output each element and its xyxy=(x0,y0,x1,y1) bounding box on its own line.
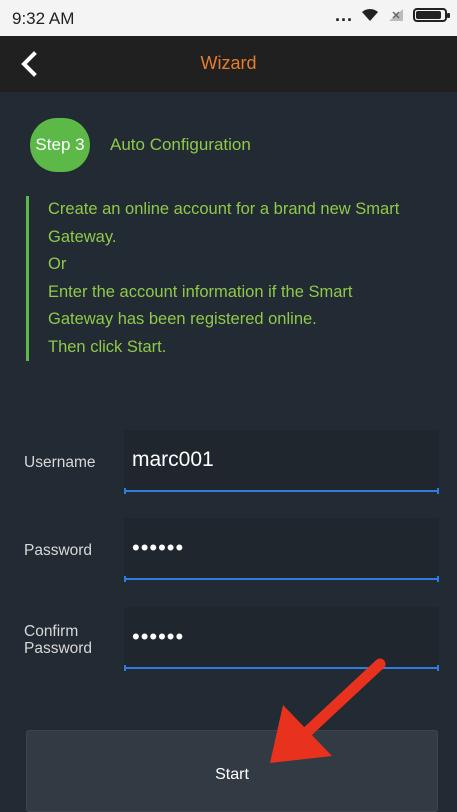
username-input[interactable] xyxy=(124,430,439,492)
password-row: Password xyxy=(0,518,457,582)
status-time: 9:32 AM xyxy=(12,9,75,28)
instruction-line: Or xyxy=(48,255,67,273)
status-dots: ... xyxy=(334,5,353,25)
battery-icon xyxy=(413,8,450,22)
input-underline-tick xyxy=(437,488,439,494)
password-input[interactable] xyxy=(124,518,439,580)
wifi-icon xyxy=(362,8,378,21)
input-underline-tick xyxy=(124,665,126,671)
step-badge: Step 3 xyxy=(30,118,90,172)
input-underline-tick xyxy=(124,576,126,582)
password-label: Password xyxy=(24,542,93,559)
instruction-line: Enter the account information if the Sma… xyxy=(48,282,353,301)
username-row: Username xyxy=(0,430,457,494)
instruction-line: Gateway. xyxy=(48,227,117,246)
status-bar: 9:32 AM ... xyxy=(0,0,457,36)
instruction-line: Create an online account for a brand new… xyxy=(48,200,400,218)
page-title: Wizard xyxy=(200,53,257,73)
start-button[interactable]: Start xyxy=(26,730,438,812)
battery-level xyxy=(416,11,441,19)
instruction-line: Then click Start. xyxy=(48,337,167,356)
instructions-text: Create an online account for a brand new… xyxy=(26,196,456,361)
confirm-password-label: Confirm Password xyxy=(24,623,92,657)
instruction-line: Gateway has been registered online. xyxy=(48,310,317,328)
username-label: Username xyxy=(24,454,96,471)
step-title: Auto Configuration xyxy=(110,135,251,154)
no-signal-icon xyxy=(389,9,403,21)
confirm-password-row: Confirm Password xyxy=(0,607,457,671)
input-underline-tick xyxy=(124,488,126,494)
confirm-label-line1: Confirm xyxy=(24,623,79,640)
input-underline-tick xyxy=(437,665,439,671)
confirm-label-line2: Password xyxy=(24,640,93,657)
input-underline-tick xyxy=(437,576,439,582)
step-header: Step 3 Auto Configuration xyxy=(30,118,251,172)
confirm-password-input[interactable] xyxy=(124,607,439,669)
nav-bar: Wizard xyxy=(0,36,457,92)
status-icons: ... xyxy=(334,5,450,25)
